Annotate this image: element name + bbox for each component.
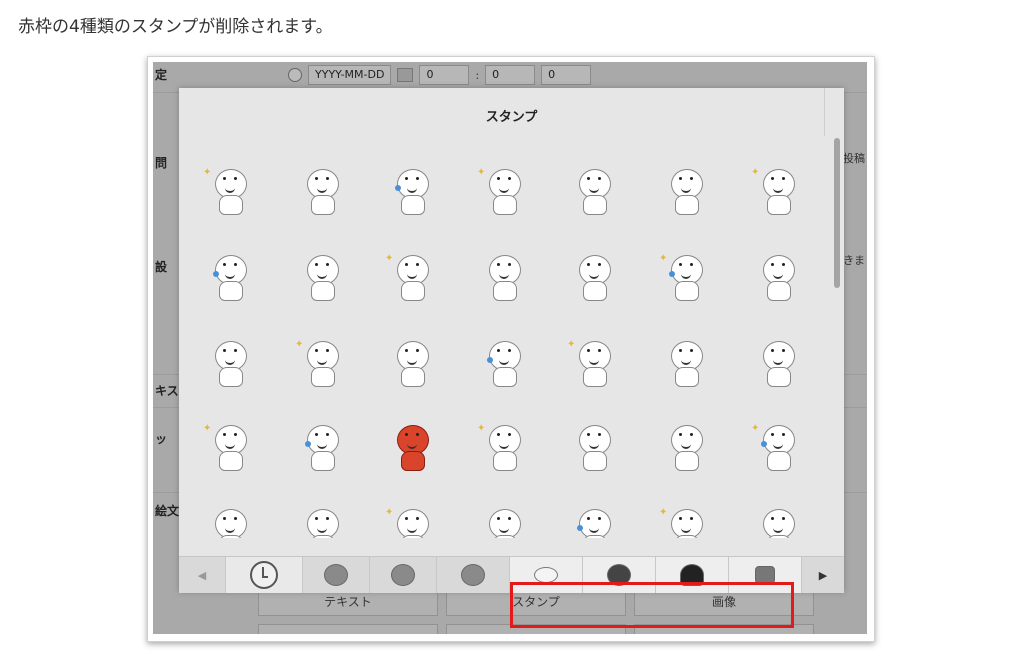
tab-stamp-pack[interactable] — [370, 557, 437, 593]
stamp-item[interactable]: ✦ — [199, 163, 259, 223]
form-label: 問 — [155, 156, 168, 170]
stamp-item[interactable] — [655, 419, 715, 479]
tab-prev-button[interactable]: ◀ — [179, 557, 226, 593]
tab-next-button[interactable]: ▶ — [802, 557, 844, 593]
stamp-item[interactable]: ✦ — [563, 335, 623, 395]
stamp-item[interactable] — [291, 249, 351, 309]
app-screenshot: YYYY-MM-DD 0 : 0 0 定 問 設 キス ッ 絵文 投稿 きま テ… — [153, 62, 867, 634]
time-separator: : — [475, 68, 480, 82]
form-label: 絵文 — [155, 504, 180, 518]
chevron-left-icon: ◀ — [197, 568, 207, 582]
stamp-item[interactable]: ✦ — [473, 419, 533, 479]
form-label: キス — [155, 384, 179, 398]
form-label: 設 — [155, 260, 168, 274]
stamp-item[interactable] — [291, 163, 351, 223]
stamp-item[interactable] — [747, 335, 807, 395]
stamp-item[interactable] — [291, 503, 351, 538]
stamp-item[interactable] — [563, 419, 623, 479]
datetime-row: YYYY-MM-DD 0 : 0 0 — [288, 62, 628, 88]
form-side-text: 投稿 — [843, 152, 865, 165]
screenshot-frame: YYYY-MM-DD 0 : 0 0 定 問 設 キス ッ 絵文 投稿 きま テ… — [147, 56, 875, 642]
tab-stamp-pack[interactable] — [437, 557, 510, 593]
stamp-item[interactable] — [381, 419, 441, 479]
chevron-right-icon: ▶ — [818, 568, 828, 582]
calendar-icon[interactable] — [397, 68, 414, 82]
form-label: 定 — [155, 68, 168, 82]
stamp-item[interactable] — [473, 335, 533, 395]
scrollbar-thumb[interactable] — [834, 138, 840, 288]
stamp-item[interactable] — [747, 503, 807, 538]
stamp-item[interactable] — [381, 163, 441, 223]
lower-button[interactable] — [258, 624, 438, 634]
stamp-item[interactable] — [473, 249, 533, 309]
stamp-item[interactable] — [655, 335, 715, 395]
stamp-item[interactable]: ✦ — [655, 503, 715, 538]
caption-text: 赤枠の4種類のスタンプが削除されます。 — [18, 17, 333, 37]
stamp-item[interactable]: ✦ — [747, 419, 807, 479]
second-select[interactable]: 0 — [541, 65, 592, 85]
stamp-item[interactable]: ✦ — [381, 249, 441, 309]
schedule-radio[interactable] — [288, 68, 302, 82]
stamp-item[interactable] — [563, 163, 623, 223]
stamp-item[interactable]: ✦ — [199, 419, 259, 479]
stamp-item[interactable] — [747, 249, 807, 309]
stamp-item[interactable] — [199, 249, 259, 309]
hour-select[interactable]: 0 — [419, 65, 470, 85]
stamp-item[interactable] — [199, 503, 259, 538]
brown-bear-icon — [324, 564, 348, 586]
stamp-item[interactable]: ✦ — [655, 249, 715, 309]
cony-icon — [391, 564, 415, 586]
form-label: ッ — [155, 432, 168, 446]
stamp-item[interactable] — [655, 163, 715, 223]
stamp-grid: ✦ ✦ ✦ ✦ ✦ ✦ ✦ ✦ ✦ ✦ ✦ ✦ — [199, 163, 819, 538]
stamp-item[interactable]: ✦ — [291, 335, 351, 395]
stamp-item[interactable] — [473, 503, 533, 538]
form-side-text: きま — [843, 254, 865, 267]
stamp-item[interactable] — [199, 335, 259, 395]
date-input[interactable]: YYYY-MM-DD — [308, 65, 392, 85]
moon-icon — [534, 567, 558, 583]
history-clock-icon — [250, 561, 278, 589]
minute-select[interactable]: 0 — [485, 65, 536, 85]
sally-icon — [461, 564, 485, 586]
stamp-picker-dialog: スタンプ ✦ ✦ ✦ ✦ ✦ ✦ ✦ ✦ ✦ ✦ ✦ ✦ ◀ ▶ — [179, 88, 844, 593]
title-divider — [824, 88, 825, 136]
stamp-item[interactable] — [381, 335, 441, 395]
tab-stamp-pack[interactable] — [303, 557, 370, 593]
dialog-title: スタンプ — [485, 110, 538, 125]
stamp-item[interactable]: ✦ — [473, 163, 533, 223]
stamp-item[interactable] — [563, 503, 623, 538]
stamp-item[interactable]: ✦ — [747, 163, 807, 223]
delete-highlight-box — [510, 582, 794, 628]
stamp-scrollbar[interactable] — [831, 136, 843, 556]
stamp-item[interactable] — [563, 249, 623, 309]
stamp-item[interactable] — [291, 419, 351, 479]
stamp-item[interactable]: ✦ — [381, 503, 441, 538]
tab-history[interactable] — [226, 557, 303, 593]
